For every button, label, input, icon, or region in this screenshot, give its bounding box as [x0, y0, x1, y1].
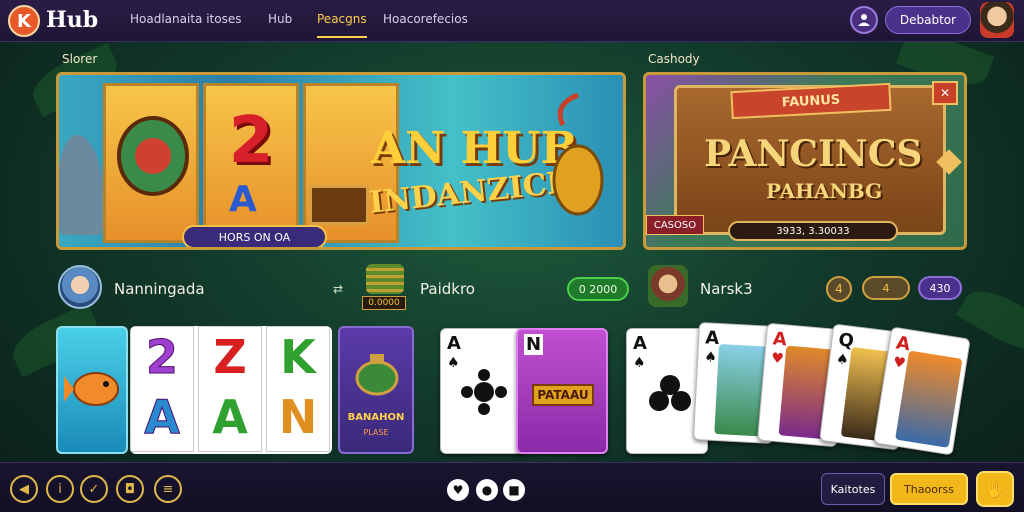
game-tile-fish[interactable] — [56, 326, 128, 454]
game-tile-bonus[interactable]: BANAHON PLASE — [338, 326, 414, 454]
coin-chip[interactable]: 4 — [862, 276, 910, 300]
nav-item-active[interactable]: Peacgns — [317, 12, 367, 38]
featured-banner-slots[interactable]: 2 A AN HUB INDANZICH HORS ON OA — [56, 72, 626, 250]
bottom-bar: ◀ ⅰ ✓ ◘ ≡ ♥ ● ■ Kaitotes Thaoorss ✋ — [0, 462, 1024, 512]
slot-bottom: A — [212, 390, 248, 444]
slot-top: Z — [213, 330, 247, 384]
compass-icon[interactable]: ◀ — [10, 475, 38, 503]
balance-chip[interactable]: 0 2000 — [567, 277, 629, 301]
play-button[interactable]: HORS ON OA — [182, 225, 327, 247]
close-icon[interactable]: ✕ — [932, 81, 958, 105]
slot-bottom: N — [278, 390, 318, 444]
card-suit: ♠ — [703, 349, 718, 366]
logo[interactable]: K — [8, 5, 40, 37]
player-avatar[interactable] — [648, 265, 688, 307]
statue-decoration — [59, 135, 103, 235]
banner-subtitle: PAHANBG — [766, 179, 883, 203]
brand-name: Hub — [46, 7, 99, 33]
nav-item[interactable]: Hoadlanaita itoses — [130, 12, 241, 26]
card-suit: ♠ — [633, 355, 646, 371]
slot-top: 2 — [145, 330, 178, 385]
amphora-icon — [552, 92, 604, 216]
user-icon[interactable] — [850, 6, 878, 34]
slot-symbol: KN — [266, 326, 330, 452]
info-icon[interactable]: ⅰ — [46, 475, 74, 503]
card-rank: A — [772, 328, 788, 351]
lock-icon[interactable]: ◘ — [116, 475, 144, 503]
card-suit: ♠ — [835, 351, 850, 369]
slot-top: K — [280, 330, 316, 384]
flower-icon — [461, 369, 507, 415]
featured-banner-cashout[interactable]: FAUNUS PANCINCS PAHANBG CASOSO 3933, 3.3… — [643, 72, 967, 250]
nav-item[interactable]: Hoacorefecios — [383, 12, 468, 26]
secondary-button[interactable]: Kaitotes — [821, 473, 885, 505]
slot-bottom: A — [144, 390, 181, 445]
coin-icon[interactable]: 4 — [826, 276, 852, 302]
avatar[interactable] — [980, 2, 1014, 38]
card-rank: A — [633, 333, 647, 354]
arrow-icon: ⇄ — [333, 282, 344, 296]
card-suit: ♥ — [770, 350, 785, 368]
playing-card[interactable]: A ♥ — [873, 326, 971, 456]
tile-title: BANAHON — [347, 412, 405, 423]
primary-button[interactable]: Thaoorss — [890, 473, 968, 505]
card-rank: N — [524, 334, 544, 355]
player-avatar[interactable] — [58, 265, 102, 309]
reel-symbol-2: A — [229, 179, 257, 220]
pot-icon — [355, 354, 399, 396]
game-tile-slots[interactable]: 2A ZA KN — [130, 326, 332, 454]
top-bar: K Hub Hoadlanaita itoses Hub Peacgns Hoa… — [0, 0, 1024, 42]
badge: CASOSO — [646, 215, 704, 235]
hand-icon[interactable]: ✋ — [976, 471, 1014, 507]
card-label: PATAAU — [532, 384, 594, 406]
heart-icon[interactable]: ♥ — [447, 479, 469, 501]
fish-icon — [64, 372, 119, 406]
player-name: Nanningada — [114, 280, 205, 298]
banner-title: PANCINCS — [704, 133, 923, 175]
pin-icon[interactable]: ● — [476, 479, 498, 501]
slot-symbol: ZA — [198, 326, 262, 452]
section-label: Cashody — [648, 52, 700, 66]
reel — [103, 83, 199, 243]
slot-symbol: 2A — [130, 326, 194, 452]
playing-card[interactable]: A ♠ — [440, 328, 526, 454]
game-lobby: K Hub Hoadlanaita itoses Hub Peacgns Hoa… — [0, 0, 1024, 512]
shield-icon[interactable]: ✓ — [80, 475, 108, 503]
chest-icon — [309, 185, 369, 225]
player-name: Narsk3 — [700, 280, 753, 298]
deposit-button[interactable]: Debabtor — [885, 6, 971, 34]
balance-chip[interactable]: 430 — [918, 276, 962, 300]
card-suit: ♠ — [447, 355, 460, 371]
nav-item[interactable]: Hub — [268, 12, 292, 26]
card-rank: A — [447, 333, 461, 354]
progress-value: 3933, 3.30033 — [728, 221, 898, 241]
card-suit: ♥ — [891, 354, 907, 372]
menu-icon[interactable]: ≡ — [154, 475, 182, 503]
coin-stack-icon — [366, 264, 404, 294]
card-rank: A — [704, 327, 720, 350]
section-label: Slorer — [62, 52, 98, 66]
club-icon — [649, 375, 691, 411]
hat-icon — [117, 116, 189, 196]
stop-icon[interactable]: ■ — [503, 479, 525, 501]
tile-subtitle: PLASE — [363, 428, 389, 437]
coin-stack-label: 0.0000 — [362, 296, 406, 310]
playing-card-special[interactable]: N PATAAU — [516, 328, 608, 454]
player-name: Paidkro — [420, 280, 475, 298]
